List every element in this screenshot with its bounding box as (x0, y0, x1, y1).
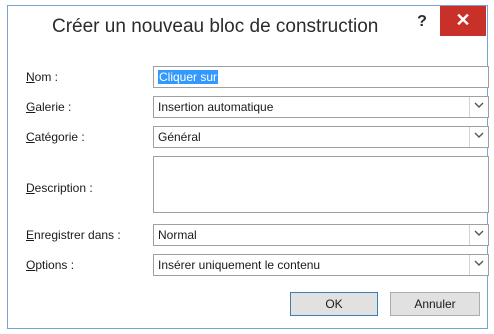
save-in-label-text: nregistrer dans : (34, 228, 121, 242)
help-button[interactable]: ? (407, 11, 437, 33)
close-icon: ✕ (455, 10, 471, 30)
options-label-accesskey: O (26, 258, 36, 272)
category-label: Catégorie : (26, 130, 85, 144)
options-label-text: ptions : (35, 258, 75, 272)
options-select[interactable]: Insérer uniquement le contenu (153, 254, 489, 276)
close-button[interactable]: ✕ (440, 6, 486, 36)
save-in-label-accesskey: E (26, 228, 35, 242)
name-label-text: om : (34, 70, 59, 84)
chevron-down-icon[interactable] (469, 255, 488, 275)
save-in-select[interactable]: Normal (153, 224, 489, 246)
save-in-select-value: Normal (158, 228, 197, 242)
title-bar: Créer un nouveau bloc de construction ? … (8, 6, 487, 46)
cancel-button[interactable]: Annuler (390, 292, 480, 316)
name-label-accesskey: N (26, 70, 35, 84)
create-building-block-dialog: Créer un nouveau bloc de construction ? … (7, 5, 489, 329)
gallery-select[interactable]: Insertion automatique (153, 96, 489, 118)
chevron-down-icon[interactable] (469, 225, 488, 245)
dialog-body: Nom : Cliquer sur Galerie : Insertion au… (18, 50, 489, 320)
category-select-value: Général (158, 130, 201, 144)
dialog-title: Créer un nouveau bloc de construction (52, 16, 379, 37)
save-in-label: Enregistrer dans : (26, 228, 121, 242)
options-select-value: Insérer uniquement le contenu (158, 258, 321, 272)
ok-button[interactable]: OK (290, 292, 378, 316)
name-label: Nom : (26, 70, 58, 84)
description-textarea[interactable] (153, 156, 489, 213)
category-label-accesskey: C (26, 130, 35, 144)
gallery-select-value: Insertion automatique (158, 100, 274, 114)
name-input-value: Cliquer sur (158, 70, 219, 84)
name-input[interactable]: Cliquer sur (153, 66, 489, 88)
chevron-down-icon[interactable] (469, 97, 488, 117)
gallery-label-text: alerie : (35, 100, 72, 114)
name-input-value-wrap: Cliquer sur (158, 70, 219, 84)
category-select[interactable]: Général (153, 126, 489, 148)
gallery-label: Galerie : (26, 100, 71, 114)
description-label-text: escription : (34, 181, 93, 195)
gallery-label-accesskey: G (26, 100, 36, 114)
options-label: Options : (26, 258, 74, 272)
category-label-text: atégorie : (34, 130, 85, 144)
description-label: Description : (26, 181, 93, 195)
description-label-accesskey: D (26, 181, 35, 195)
chevron-down-icon[interactable] (469, 127, 488, 147)
